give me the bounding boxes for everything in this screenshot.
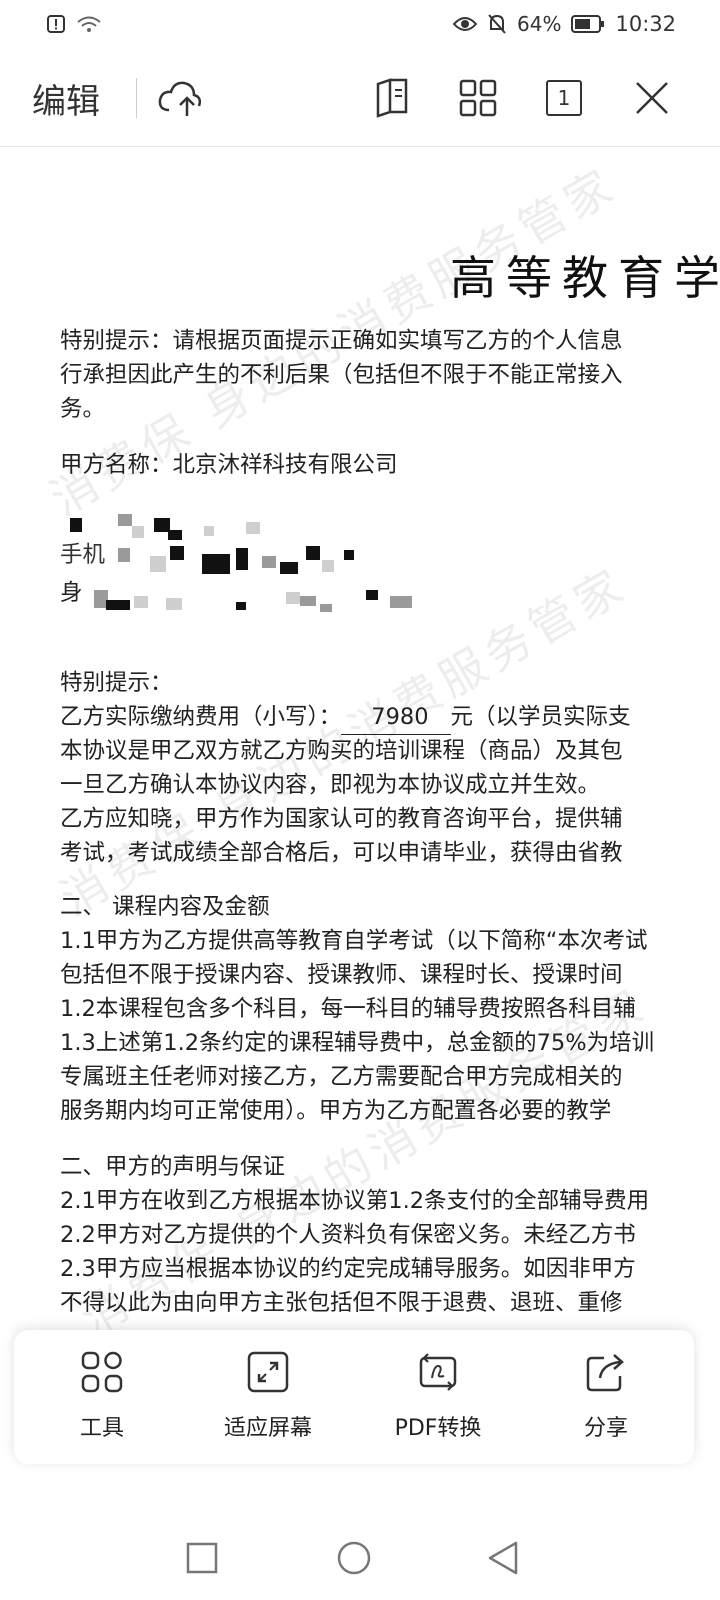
fit-screen-label: 适应屏幕 (223, 1416, 312, 1441)
close-button[interactable] (626, 72, 678, 124)
top-toolbar: 编辑 1 (0, 50, 720, 147)
clock: 10:32 (615, 12, 676, 36)
recents-button[interactable] (186, 1542, 218, 1574)
home-button[interactable] (336, 1540, 372, 1576)
toolbar-divider (136, 78, 137, 118)
share-label: 分享 (583, 1416, 628, 1441)
book-icon (376, 78, 408, 118)
pdf-convert-button[interactable]: PDF转换 (368, 1350, 508, 1442)
share-icon (586, 1354, 624, 1392)
wifi-icon (77, 16, 101, 32)
tools-grid-icon (81, 1351, 123, 1393)
page-indicator-button[interactable]: 1 (538, 72, 590, 124)
edit-button[interactable]: 编辑 (32, 74, 100, 123)
body-line: 包括但不限于授课内容、授课教师、课程时长、授课时间 (60, 962, 623, 988)
tools-button[interactable]: 工具 (32, 1350, 172, 1442)
thumbnails-button[interactable] (452, 72, 504, 124)
battery-icon (571, 15, 605, 33)
tools-label: 工具 (79, 1416, 124, 1441)
reading-mode-button[interactable] (366, 72, 418, 124)
cloud-upload-button[interactable] (154, 72, 206, 124)
page-badge: 1 (546, 80, 582, 116)
grid-icon (459, 79, 497, 117)
mute-bell-icon (488, 14, 506, 34)
alert-icon (47, 15, 65, 33)
pdf-convert-label: PDF转换 (394, 1416, 482, 1441)
fit-screen-button[interactable]: 适应屏幕 (198, 1350, 338, 1442)
battery-percent: 64% (517, 12, 562, 36)
system-nav-bar (0, 1512, 720, 1600)
eye-icon (453, 17, 478, 31)
cloud-upload-icon (158, 81, 202, 116)
back-button[interactable] (486, 1540, 520, 1576)
notice-line-3: 务。 (60, 396, 106, 422)
share-button[interactable]: 分享 (536, 1350, 676, 1442)
phone-label-partial: 手机 (60, 542, 106, 568)
status-bar: 64% 10:32 (0, 0, 720, 50)
body-line: 1.1甲方为乙方提供高等教育自学考试（以下简称“本次考试 (60, 928, 648, 954)
close-icon (636, 82, 668, 114)
special-notice-heading: 特别提示： (60, 670, 173, 696)
section-heading-guarantee: 二、甲方的声明与保证 (60, 1154, 286, 1180)
pdf-convert-icon (419, 1353, 457, 1391)
fit-screen-icon (247, 1351, 289, 1393)
id-label-partial: 身 (60, 580, 83, 606)
bottom-action-panel: 工具 适应屏幕 PDF转换 分享 (14, 1330, 694, 1464)
fee-suffix: 元（以学员实际支 (450, 704, 631, 730)
